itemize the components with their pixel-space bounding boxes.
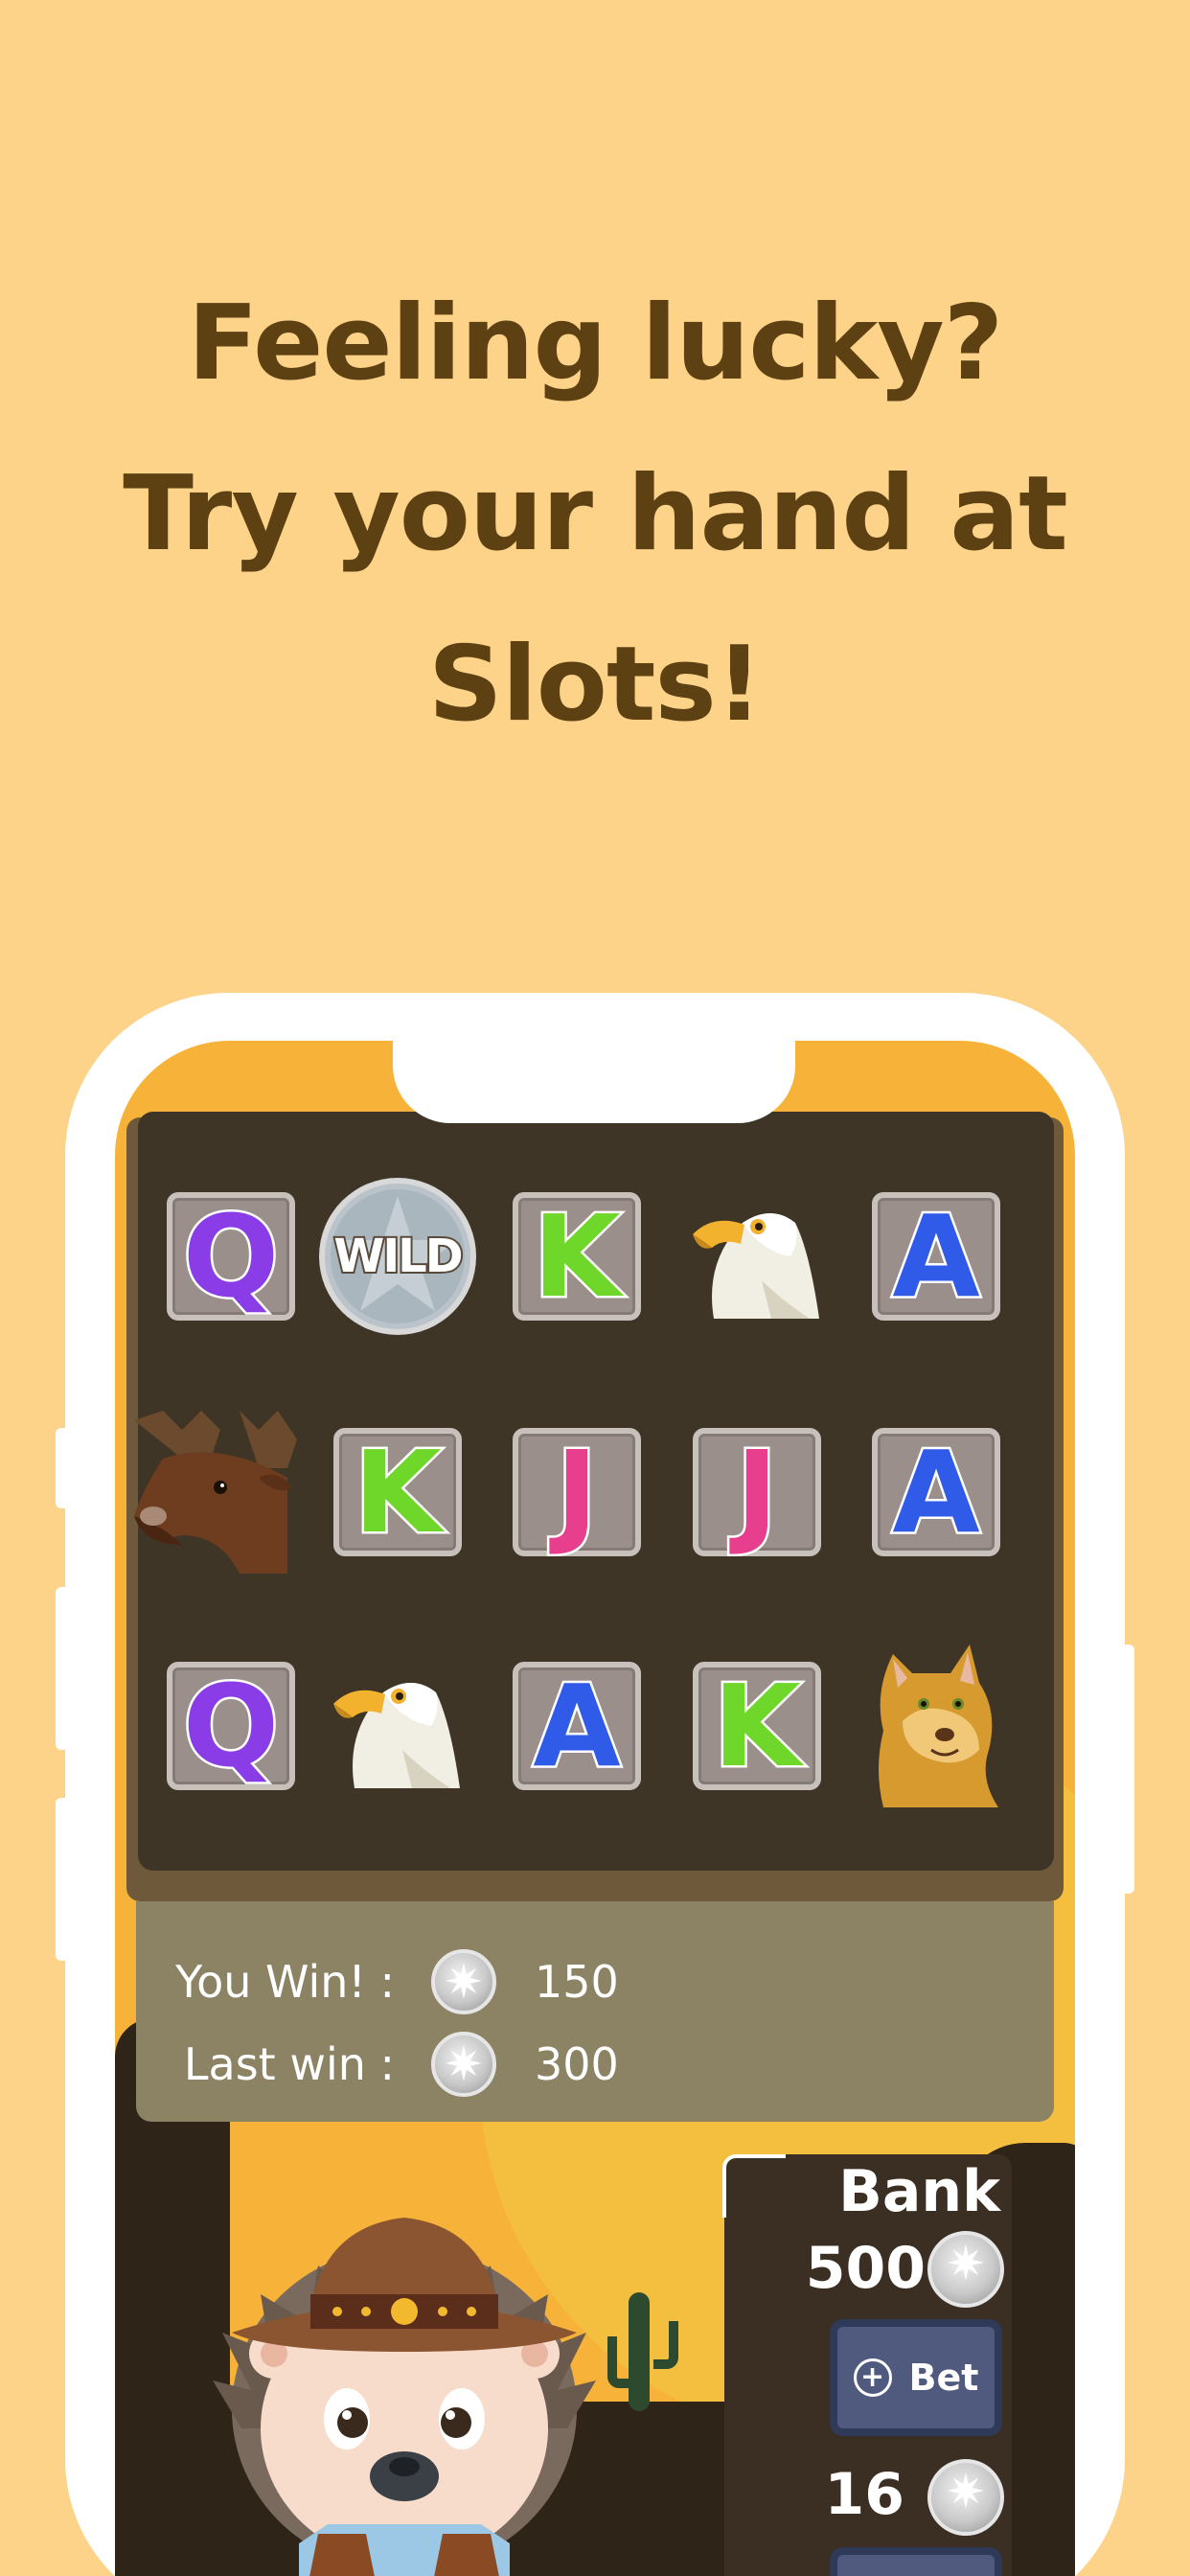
you-win-value: 150	[535, 1956, 619, 2008]
bank-panel: Bank 500 + Bet 16	[724, 2154, 1012, 2576]
slot-symbol-eagle-icon	[326, 1654, 469, 1798]
hedgehog-cowboy-mascot	[213, 2218, 596, 2576]
wild-label: WILD	[332, 1228, 465, 1285]
phone-notch	[393, 993, 795, 1123]
slot-tile-label: K	[513, 1192, 641, 1321]
slot-tile-label: A	[513, 1662, 641, 1790]
slot-symbol-cougar-icon	[864, 1635, 1008, 1807]
spin-button[interactable]	[830, 2547, 1002, 2576]
you-win-row: You Win! : 150	[136, 1949, 619, 2014]
slot-symbol-q: Q	[159, 1654, 303, 1798]
slot-tile-label: K	[333, 1428, 462, 1556]
plus-circle-icon: +	[853, 2358, 892, 2397]
headline: Feeling lucky? Try your hand at Slots!	[0, 259, 1190, 770]
bank-amount: 500	[805, 2235, 926, 2302]
headline-line-2: Try your hand at	[123, 454, 1067, 574]
bet-amount: 16	[824, 2461, 905, 2528]
slot-symbol-wild: WILD	[316, 1175, 479, 1338]
slot-symbol-a: A	[505, 1654, 649, 1798]
slot-symbol-j: J	[505, 1420, 649, 1564]
slot-tile-label: J	[693, 1428, 821, 1556]
slot-tile-label: K	[693, 1662, 821, 1790]
slot-tile-label: A	[872, 1192, 1000, 1321]
slot-symbol-eagle-icon	[685, 1184, 829, 1328]
slot-reels: Q WILD K A K J J A Q A K	[134, 1112, 1054, 1871]
bank-title: Bank	[838, 2158, 1000, 2225]
bank-panel-corner	[722, 2154, 786, 2218]
win-panel: You Win! : 150 Last win : 300	[136, 1901, 1054, 2122]
bet-button[interactable]: + Bet	[830, 2319, 1002, 2436]
cactus-icon	[607, 2292, 678, 2411]
coin-icon	[927, 2231, 1004, 2308]
headline-line-1: Feeling lucky?	[187, 284, 1004, 403]
slot-symbol-k: K	[326, 1420, 469, 1564]
coin-icon	[431, 2032, 496, 2097]
slot-tile-label: Q	[167, 1192, 295, 1321]
you-win-label: You Win! :	[175, 1956, 395, 2008]
slot-symbol-k: K	[505, 1184, 649, 1328]
coin-icon	[927, 2459, 1004, 2536]
slot-symbol-a: A	[864, 1184, 1008, 1328]
last-win-label: Last win :	[183, 2038, 395, 2090]
slot-symbol-j: J	[685, 1420, 829, 1564]
bet-button-label: Bet	[908, 2357, 979, 2399]
last-win-row: Last win : 300	[136, 2032, 619, 2097]
game-screen: QWILDKAKJJAQAK You Win! : 150 Last win :…	[115, 1041, 1075, 2576]
slot-tile-label: Q	[167, 1662, 295, 1790]
slot-tile-label: J	[513, 1428, 641, 1556]
slot-symbol-a: A	[864, 1420, 1008, 1564]
last-win-value: 300	[535, 2038, 619, 2090]
slot-symbol-q: Q	[159, 1184, 303, 1328]
slot-tile-label: A	[872, 1428, 1000, 1556]
slot-symbol-moose-icon	[125, 1401, 297, 1574]
coin-icon	[431, 1949, 496, 2014]
slot-symbol-k: K	[685, 1654, 829, 1798]
headline-line-3: Slots!	[427, 625, 763, 745]
